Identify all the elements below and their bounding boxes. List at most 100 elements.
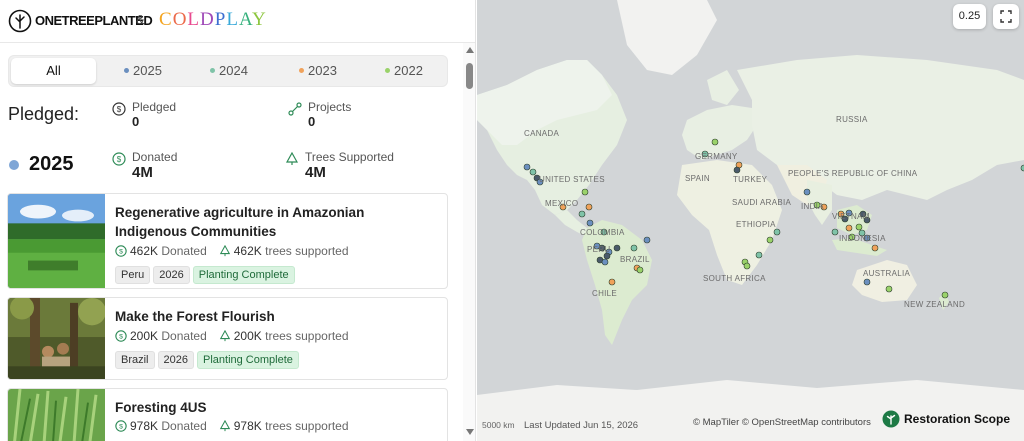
project-marker[interactable] <box>578 210 586 218</box>
project-marker[interactable] <box>523 163 531 171</box>
svg-text:$: $ <box>117 105 122 114</box>
project-trees-label: trees supported <box>265 419 349 433</box>
project-marker[interactable] <box>585 203 593 211</box>
world-map[interactable]: CANADA UNITED STATES MEXICO COLOMBIA PER… <box>477 0 1024 441</box>
tab-2022[interactable]: 2022 <box>368 58 440 84</box>
projects-stat-value: 0 <box>308 114 316 129</box>
status-badge: Planting Complete <box>197 351 299 369</box>
project-card[interactable]: Make the Forest Flourish $200K Donated 20… <box>7 297 448 380</box>
map-label-germany: GERMANY <box>695 152 738 161</box>
project-marker[interactable] <box>613 244 621 252</box>
project-marker[interactable] <box>608 278 616 286</box>
header: ONETREEPLANTED & COLDPLAY <box>0 0 475 43</box>
zoom-level[interactable]: 0.25 <box>953 4 986 29</box>
svg-text:$: $ <box>119 248 123 255</box>
fullscreen-button[interactable] <box>993 4 1019 29</box>
project-card[interactable]: Foresting 4US $978K Donated 978K trees su… <box>7 388 448 441</box>
project-marker[interactable] <box>743 262 751 270</box>
project-marker[interactable] <box>885 285 893 293</box>
pledged-stat: $ Pledged 0 <box>112 100 262 130</box>
route-icon <box>288 102 302 116</box>
one-tree-planted-logo-icon <box>8 9 32 33</box>
tab-2025[interactable]: 2025 <box>107 58 179 84</box>
tab-label: 2025 <box>133 63 162 78</box>
project-title: Regenerative agriculture in Amazonian In… <box>115 205 365 239</box>
projects-stat: Projects 0 <box>288 100 438 130</box>
year-tag: 2026 <box>157 351 194 369</box>
project-marker[interactable] <box>773 228 781 236</box>
project-marker[interactable] <box>581 188 589 196</box>
partner-letter: P <box>214 9 227 30</box>
project-donated-value: 200K <box>130 329 159 343</box>
scroll-up-icon[interactable] <box>466 47 474 53</box>
project-marker[interactable] <box>586 219 594 227</box>
tab-2023[interactable]: 2023 <box>282 58 354 84</box>
project-marker[interactable] <box>711 138 719 146</box>
project-marker[interactable] <box>630 244 638 252</box>
partner-letter: D <box>200 9 215 30</box>
country-tag: Brazil <box>115 351 155 369</box>
map-label-us: UNITED STATES <box>539 175 605 184</box>
tab-2024[interactable]: 2024 <box>193 58 265 84</box>
project-marker[interactable] <box>871 244 879 252</box>
project-donated-value: 978K <box>130 419 159 433</box>
tab-label: All <box>46 63 61 78</box>
project-trees-value: 978K <box>233 419 262 433</box>
map-label-spain: SPAIN <box>685 174 710 183</box>
project-marker[interactable] <box>863 278 871 286</box>
project-marker[interactable] <box>601 258 609 266</box>
map-label-russia: RUSSIA <box>836 115 868 124</box>
donated-stat-value: 4M <box>132 164 153 181</box>
partner-letter: C <box>159 9 173 30</box>
restoration-scope-label: Restoration Scope <box>904 412 1011 426</box>
partner-letter: Y <box>251 9 267 30</box>
project-donated-label: Donated <box>161 329 207 343</box>
project-marker[interactable] <box>831 228 839 236</box>
map-label-chile: CHILE <box>592 289 618 298</box>
project-marker[interactable] <box>636 266 644 274</box>
project-marker[interactable] <box>845 224 853 232</box>
tree-icon <box>219 329 230 341</box>
scroll-thumb[interactable] <box>466 63 473 89</box>
project-donated-label: Donated <box>161 244 207 258</box>
project-marker[interactable] <box>803 188 811 196</box>
project-marker[interactable] <box>855 223 863 231</box>
map-label-indonesia: INDONESIA <box>839 234 886 243</box>
map-label-peru: PERU <box>587 245 611 254</box>
map-label-china: PEOPLE'S REPUBLIC OF CHINA <box>788 169 918 178</box>
project-title: Make the Forest Flourish <box>115 309 275 324</box>
trees-stat-label: Trees Supported <box>305 150 394 164</box>
project-title: Foresting 4US <box>115 400 207 415</box>
scroll-down-icon[interactable] <box>466 429 474 435</box>
project-marker[interactable] <box>941 291 949 299</box>
last-updated: Last Updated Jun 15, 2026 <box>524 420 639 431</box>
pledged-stat-label: Pledged <box>132 100 177 114</box>
project-trees-value: 462K <box>233 244 262 258</box>
tab-all[interactable]: All <box>11 58 96 84</box>
panel-scrollbar[interactable] <box>463 43 475 441</box>
pledged-heading: Pledged: <box>8 104 80 124</box>
legend-dot-icon <box>124 68 130 74</box>
project-marker[interactable] <box>733 166 741 174</box>
svg-text:$: $ <box>119 423 123 430</box>
project-marker[interactable] <box>766 236 774 244</box>
trees-stat-value: 4M <box>305 164 326 181</box>
map-label-australia: AUSTRALIA <box>863 269 911 278</box>
project-card[interactable]: Regenerative agriculture in Amazonian In… <box>7 193 448 289</box>
map-label-saudi: SAUDI ARABIA <box>732 198 792 207</box>
tab-label: 2023 <box>308 63 337 78</box>
map-label-vietnam: VIETNAM <box>832 212 870 221</box>
pledged-stat-value: 0 <box>132 114 140 129</box>
project-trees-label: trees supported <box>265 329 349 343</box>
project-donated-value: 462K <box>130 244 159 258</box>
project-trees-label: trees supported <box>265 244 349 258</box>
project-tags: Brazil 2026 Planting Complete <box>115 350 302 369</box>
project-marker[interactable] <box>755 251 763 259</box>
map-attribution[interactable]: © MapTiler © OpenStreetMap contributors <box>693 417 871 428</box>
legend-dot-icon <box>210 68 216 74</box>
project-marker[interactable] <box>643 236 651 244</box>
restoration-scope-logo-icon <box>882 410 900 428</box>
project-marker[interactable] <box>529 168 537 176</box>
project-panel: ONETREEPLANTED & COLDPLAY All 2025 2024 … <box>0 0 476 441</box>
partner-letter: L <box>187 9 201 30</box>
